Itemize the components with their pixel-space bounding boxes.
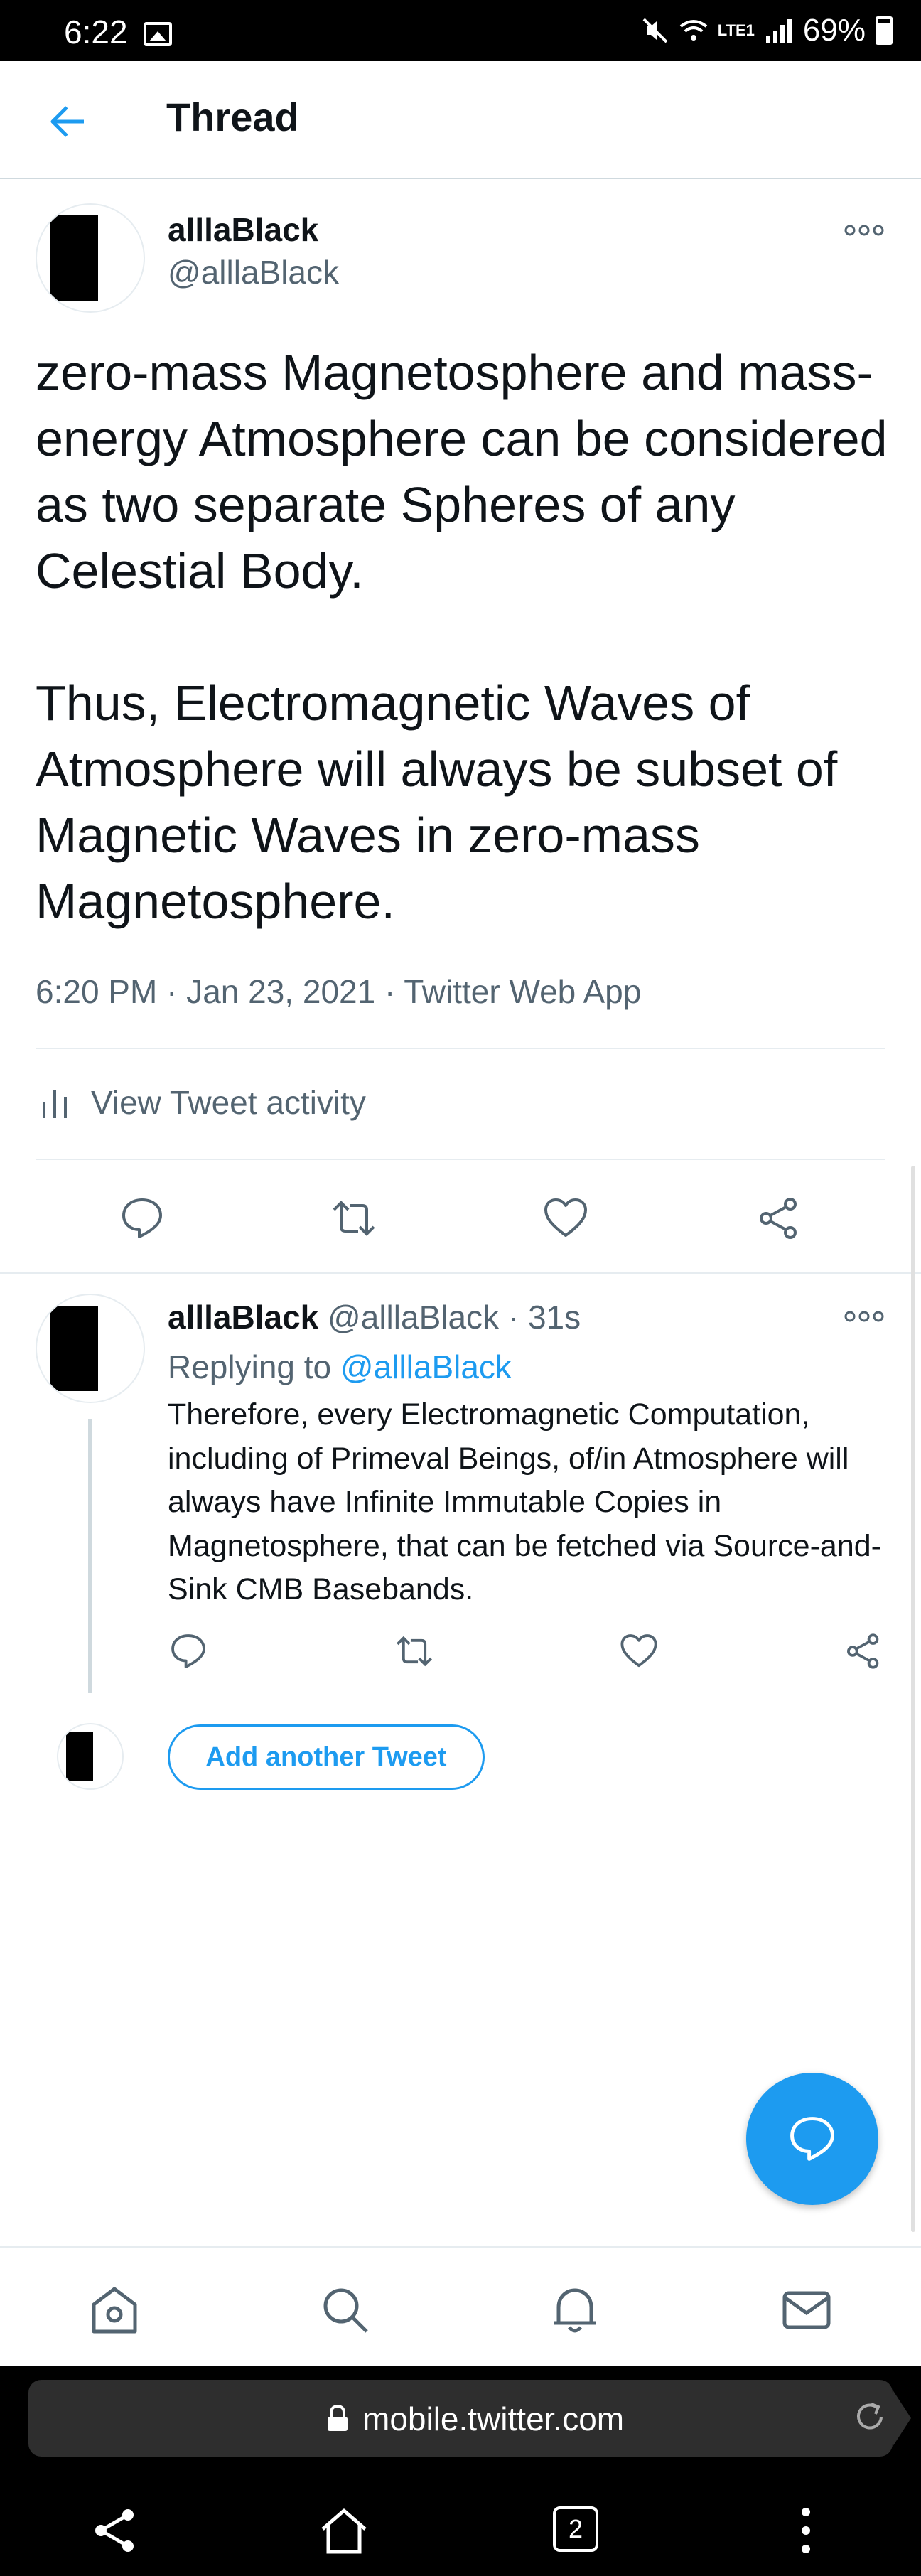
divider	[0, 1272, 921, 1274]
replying-mention[interactable]: @alllaBlack	[340, 1348, 512, 1385]
reply-more-options-icon[interactable]	[844, 1309, 884, 1324]
divider	[36, 1159, 885, 1160]
url-bar[interactable]: mobile.twitter.com	[28, 2380, 911, 2457]
reply-reply-icon[interactable]	[169, 1632, 208, 1670]
gallery-notification-icon	[144, 22, 172, 46]
signal-icon	[765, 19, 792, 43]
status-bar: 6:22 LTE1 69%	[0, 0, 921, 61]
battery-icon	[876, 16, 893, 45]
reload-icon[interactable]	[853, 2400, 887, 2434]
thread-header: Thread	[0, 61, 921, 179]
activity-label: View Tweet activity	[91, 1084, 366, 1121]
like-icon[interactable]	[543, 1196, 588, 1241]
back-arrow-icon[interactable]	[48, 102, 88, 141]
author-handle[interactable]: @alllaBlack	[168, 253, 339, 291]
reply-separator: ·	[507, 1299, 519, 1336]
reply-avatar[interactable]	[36, 1294, 145, 1403]
reply-header: alllaBlack @alllaBlack · 31s	[168, 1298, 581, 1336]
retweet-icon[interactable]	[331, 1196, 377, 1241]
reply-text: Therefore, every Electromagnetic Computa…	[168, 1397, 881, 1606]
thread-connector-line	[88, 1419, 92, 1693]
mute-icon	[642, 18, 668, 43]
status-right: LTE1 69%	[641, 13, 893, 48]
compose-avatar	[57, 1723, 124, 1790]
lock-icon	[328, 2404, 348, 2431]
reply-like-icon[interactable]	[620, 1632, 658, 1670]
battery-percent: 69%	[802, 13, 866, 48]
url-text[interactable]: mobile.twitter.com	[362, 2400, 624, 2438]
reply-share-icon[interactable]	[844, 1632, 883, 1670]
author-name[interactable]: alllaBlack	[168, 210, 318, 249]
tweet-text: zero-mass Magnetosphere and mass-energy …	[36, 345, 888, 929]
activity-chart-icon	[43, 1090, 67, 1118]
messages-icon[interactable]	[780, 2283, 833, 2336]
more-options-icon[interactable]	[844, 223, 884, 237]
browser-share-icon[interactable]	[90, 2505, 141, 2556]
reply-retweet-icon[interactable]	[395, 1632, 433, 1670]
browser-home-icon[interactable]	[318, 2505, 370, 2556]
browser-menu-icon[interactable]	[780, 2505, 831, 2556]
home-icon[interactable]	[88, 2283, 141, 2336]
reply-author-name[interactable]: alllaBlack	[168, 1299, 318, 1336]
replying-prefix: Replying to	[168, 1348, 332, 1385]
add-another-tweet-button[interactable]: Add another Tweet	[168, 1724, 485, 1790]
notifications-icon[interactable]	[549, 2283, 601, 2336]
share-icon[interactable]	[756, 1196, 802, 1241]
tabs-count-button[interactable]: 2	[553, 2506, 598, 2552]
tweet-timestamp[interactable]: 6:20 PM · Jan 23, 2021 · Twitter Web App	[36, 972, 641, 1011]
bottom-navigation	[0, 2246, 921, 2366]
scrollbar[interactable]	[911, 1166, 915, 2232]
compose-chat-icon	[790, 2117, 834, 2161]
reply-author-handle[interactable]: @alllaBlack	[328, 1299, 499, 1336]
compose-reply-fab[interactable]	[746, 2073, 878, 2205]
wifi-icon	[679, 20, 707, 41]
reply-time[interactable]: 31s	[528, 1299, 581, 1336]
replying-to: Replying to @alllaBlack	[168, 1348, 512, 1386]
page-title: Thread	[166, 95, 299, 139]
status-time: 6:22	[64, 14, 128, 50]
search-icon[interactable]	[318, 2283, 371, 2336]
network-label: LTE1	[717, 21, 755, 39]
divider	[36, 1048, 885, 1049]
avatar[interactable]	[36, 203, 145, 313]
browser-toolbar: mobile.twitter.com 2	[0, 2366, 921, 2576]
view-tweet-activity[interactable]: View Tweet activity	[41, 1083, 366, 1122]
reply-icon[interactable]	[119, 1196, 165, 1241]
